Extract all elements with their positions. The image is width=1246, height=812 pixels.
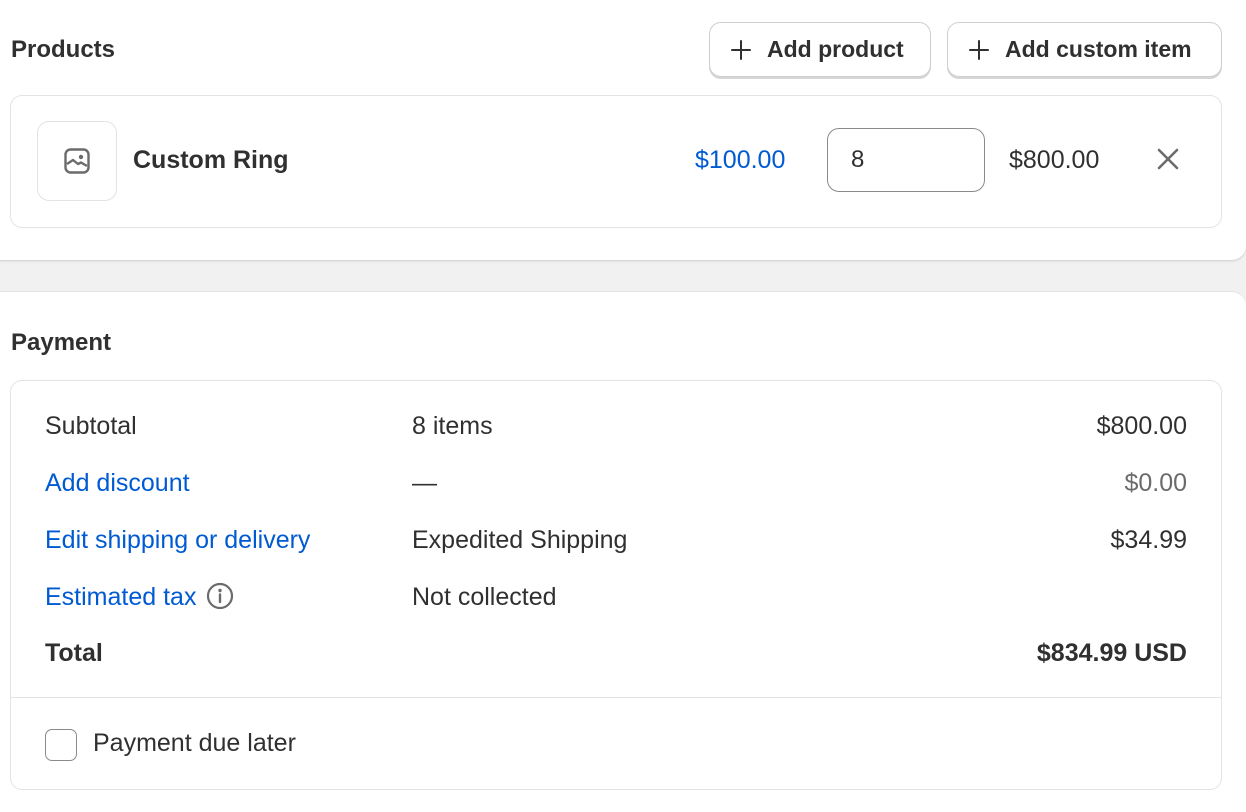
info-icon[interactable]	[206, 582, 234, 610]
subtotal-row: Subtotal 8 items $800.00	[11, 412, 1221, 442]
total-label: Total	[45, 639, 103, 667]
product-thumbnail	[37, 121, 117, 201]
discount-amount: $0.00	[1124, 469, 1187, 497]
payment-title: Payment	[11, 329, 112, 356]
tax-detail: Not collected	[412, 583, 557, 611]
products-title: Products	[11, 36, 116, 63]
estimated-tax-group: Estimated tax	[45, 583, 234, 612]
payment-due-later-label[interactable]: Payment due later	[93, 729, 296, 758]
shipping-row: Edit shipping or delivery Expedited Ship…	[11, 526, 1221, 556]
payment-summary: Subtotal 8 items $800.00 Add discount — …	[10, 380, 1222, 790]
quantity-input[interactable]	[827, 128, 985, 192]
discount-detail: —	[412, 469, 437, 497]
tax-row: Estimated tax Not collected	[11, 583, 1221, 613]
products-card: Products Add product Add custom item Cus…	[0, 0, 1246, 260]
line-total: $800.00	[1009, 146, 1100, 174]
total-amount: $834.99 USD	[1036, 639, 1187, 667]
estimated-tax-link[interactable]: Estimated tax	[45, 583, 196, 611]
add-product-label: Add product	[767, 36, 904, 62]
add-discount-link[interactable]: Add discount	[45, 469, 190, 498]
payment-due-later-checkbox[interactable]	[45, 729, 77, 761]
divider	[11, 697, 1221, 698]
subtotal-label: Subtotal	[45, 412, 137, 440]
add-product-button[interactable]: Add product	[709, 22, 931, 77]
subtotal-amount: $800.00	[1096, 412, 1187, 440]
product-name: Custom Ring	[133, 146, 289, 174]
total-row: Total $834.99 USD	[11, 639, 1221, 669]
subtotal-items: 8 items	[412, 412, 493, 440]
edit-shipping-link[interactable]: Edit shipping or delivery	[45, 526, 310, 555]
plus-icon	[969, 39, 989, 60]
product-line-item: Custom Ring $100.00 $800.00	[10, 95, 1222, 228]
add-custom-item-button[interactable]: Add custom item	[947, 22, 1222, 77]
shipping-amount: $34.99	[1110, 526, 1187, 554]
close-icon[interactable]	[1157, 148, 1179, 170]
unit-price-link[interactable]: $100.00	[695, 146, 785, 175]
discount-row: Add discount — $0.00	[11, 469, 1221, 499]
image-placeholder-icon	[64, 148, 90, 174]
shipping-method: Expedited Shipping	[412, 526, 628, 554]
plus-icon	[731, 39, 751, 60]
add-custom-item-label: Add custom item	[1005, 36, 1192, 62]
payment-card: Payment Subtotal 8 items $800.00 Add dis…	[0, 292, 1246, 812]
